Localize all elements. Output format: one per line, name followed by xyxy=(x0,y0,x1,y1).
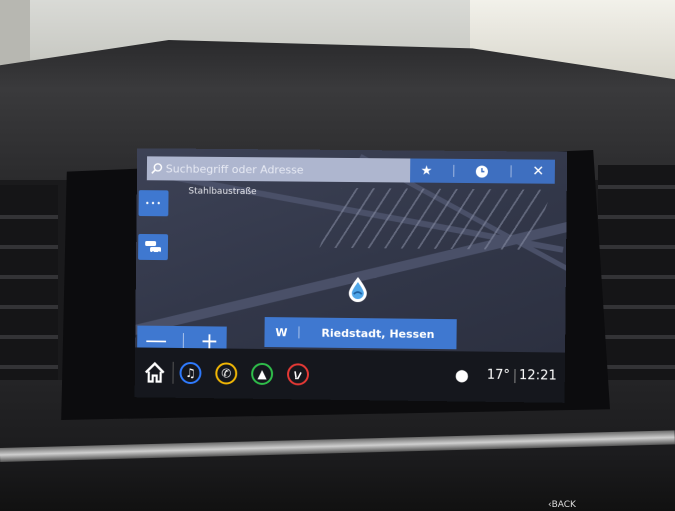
navigation-map[interactable]: Stahlbaustraße Suchbegriff oder Adresse … xyxy=(135,148,567,352)
current-location: Riedstadt, Hessen xyxy=(299,326,456,341)
search-placeholder: Suchbegriff oder Adresse xyxy=(166,162,304,176)
back-hardware-button[interactable]: ‹BACK xyxy=(548,500,576,510)
search-icon xyxy=(151,162,163,174)
divider xyxy=(454,165,455,177)
seat-icon xyxy=(292,368,304,380)
phone-app-button[interactable]: ✆ xyxy=(215,362,237,384)
climate-seat-app-button[interactable] xyxy=(287,363,309,385)
current-position-marker xyxy=(347,276,369,302)
traffic-cars-icon xyxy=(144,240,162,254)
home-icon[interactable] xyxy=(143,360,167,384)
star-icon[interactable]: ★ xyxy=(421,163,433,178)
music-note-icon: ♫ xyxy=(185,366,196,380)
search-actions: ★ ✕ xyxy=(410,158,555,183)
outside-temperature: 17° xyxy=(487,368,510,383)
location-pin-icon[interactable]: ⬤ xyxy=(455,368,469,382)
status-area: ⬤ 17° 12:21 xyxy=(455,367,557,383)
divider xyxy=(172,362,173,384)
street-label: Stahlbaustraße xyxy=(188,187,256,198)
navigation-app-button[interactable]: ▲ xyxy=(251,363,273,385)
location-info-bar[interactable]: W Riedstadt, Hessen xyxy=(264,317,456,349)
more-options-button[interactable]: ••• xyxy=(139,190,169,216)
heading-direction: W xyxy=(264,326,298,339)
search-input[interactable]: Suchbegriff oder Adresse xyxy=(147,156,410,182)
divider xyxy=(183,333,184,349)
close-icon[interactable]: ✕ xyxy=(532,164,544,180)
search-bar: Suchbegriff oder Adresse ★ ✕ xyxy=(147,156,555,183)
air-vent-right xyxy=(598,165,675,395)
phone-icon: ✆ xyxy=(221,366,231,380)
divider xyxy=(514,369,515,383)
divider xyxy=(510,165,511,177)
audio-app-button[interactable]: ♫ xyxy=(179,362,201,384)
clock-icon[interactable] xyxy=(476,165,489,178)
more-dots-icon: ••• xyxy=(145,199,162,208)
clock-time: 12:21 xyxy=(519,368,557,384)
navigation-arrow-icon: ▲ xyxy=(257,367,266,381)
bottom-app-bar: ♫ ✆ ▲ ⬤ 17° 12:21 xyxy=(135,347,565,402)
traffic-button[interactable] xyxy=(138,234,168,260)
infotainment-display: Stahlbaustraße Suchbegriff oder Adresse … xyxy=(135,148,568,402)
map-parking-area xyxy=(319,188,552,250)
